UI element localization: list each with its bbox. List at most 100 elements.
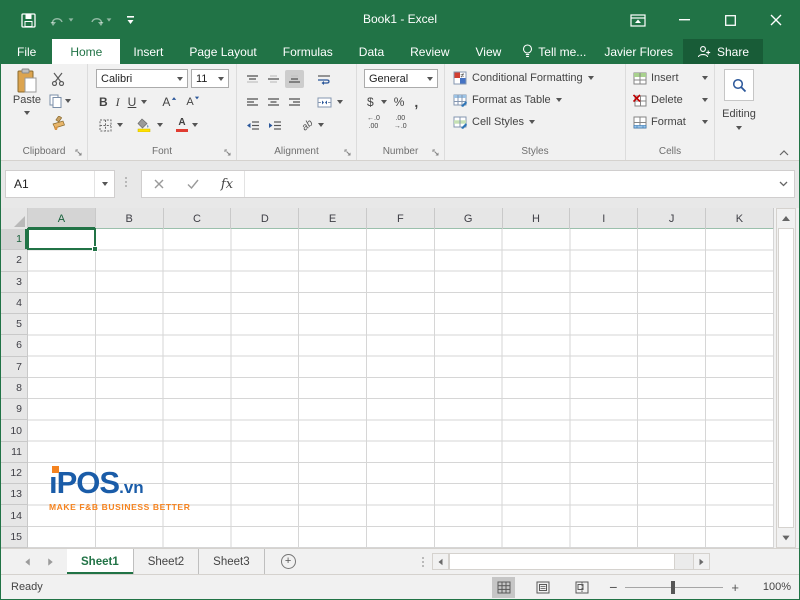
tab-review[interactable]: Review xyxy=(397,39,462,64)
tab-data[interactable]: Data xyxy=(346,39,397,64)
merge-center-dropdown-icon[interactable] xyxy=(337,100,343,104)
insert-function-button[interactable]: fx xyxy=(210,171,244,197)
orientation-button[interactable]: ab xyxy=(299,116,316,134)
column-header-c[interactable]: C xyxy=(164,208,232,229)
row-header-3[interactable]: 3 xyxy=(1,272,27,293)
enter-button[interactable] xyxy=(176,171,210,197)
zoom-out-button[interactable]: − xyxy=(609,579,617,595)
sheet-tab-sheet2[interactable]: Sheet2 xyxy=(134,549,199,574)
tab-file[interactable]: File xyxy=(1,39,52,64)
bold-button[interactable]: B xyxy=(96,93,111,111)
tab-view[interactable]: View xyxy=(463,39,515,64)
page-break-view-button[interactable] xyxy=(570,577,593,598)
column-header-b[interactable]: B xyxy=(96,208,164,229)
tab-home[interactable]: Home xyxy=(52,39,120,64)
insert-cells-button[interactable]: Insert xyxy=(626,67,714,89)
normal-view-button[interactable] xyxy=(492,577,515,598)
wrap-text-button[interactable] xyxy=(314,70,334,88)
name-box[interactable]: A1 xyxy=(5,170,115,198)
column-header-h[interactable]: H xyxy=(503,208,571,229)
row-header-5[interactable]: 5 xyxy=(1,314,27,335)
tab-insert[interactable]: Insert xyxy=(120,39,176,64)
ribbon-display-options-button[interactable] xyxy=(615,1,661,39)
maximize-button[interactable] xyxy=(707,1,753,39)
scroll-right-button[interactable] xyxy=(693,553,710,570)
tab-formulas[interactable]: Formulas xyxy=(270,39,346,64)
selected-cell-a1[interactable] xyxy=(27,228,96,250)
paste-dropdown-icon[interactable] xyxy=(24,111,30,115)
font-color-dropdown-icon[interactable] xyxy=(192,123,198,127)
orientation-dropdown-icon[interactable] xyxy=(318,123,324,127)
collapse-ribbon-button[interactable] xyxy=(779,150,789,156)
editing-button[interactable] xyxy=(724,69,754,101)
formula-input[interactable] xyxy=(245,171,772,197)
merge-center-button[interactable] xyxy=(314,93,335,111)
row-header-12[interactable]: 12 xyxy=(1,463,27,484)
italic-button[interactable]: I xyxy=(113,93,123,111)
column-header-f[interactable]: F xyxy=(367,208,435,229)
format-painter-button[interactable] xyxy=(51,116,66,131)
copy-dropdown-icon[interactable] xyxy=(65,99,71,103)
font-dialog-launcher-icon[interactable] xyxy=(224,149,232,157)
underline-button[interactable]: U xyxy=(125,93,140,111)
align-center-button[interactable] xyxy=(264,93,283,111)
editing-dropdown-icon[interactable] xyxy=(736,126,742,130)
copy-button[interactable] xyxy=(49,94,71,108)
increase-decimal-button[interactable]: ←.0 .00 xyxy=(364,114,383,132)
align-left-button[interactable] xyxy=(243,93,262,111)
align-right-button[interactable] xyxy=(285,93,304,111)
delete-cells-button[interactable]: Delete xyxy=(626,89,714,111)
row-header-9[interactable]: 9 xyxy=(1,399,27,420)
font-size-select[interactable]: 11 xyxy=(191,69,229,88)
column-header-d[interactable]: D xyxy=(231,208,299,229)
minimize-button[interactable] xyxy=(661,1,707,39)
number-format-select[interactable]: General xyxy=(364,69,438,88)
horizontal-scroll-thumb[interactable] xyxy=(449,553,675,570)
page-layout-view-button[interactable] xyxy=(531,577,554,598)
column-header-i[interactable]: I xyxy=(570,208,638,229)
font-color-button[interactable]: A xyxy=(174,116,190,134)
select-all-button[interactable] xyxy=(1,208,28,229)
vertical-scrollbar[interactable] xyxy=(776,208,796,548)
formula-bar-resize-handle[interactable] xyxy=(125,175,128,193)
column-header-g[interactable]: G xyxy=(435,208,503,229)
alignment-dialog-launcher-icon[interactable] xyxy=(344,149,352,157)
row-header-15[interactable]: 15 xyxy=(1,527,27,548)
cell-grid[interactable]: ıPOS.vn MAKE F&B BUSINESS BETTER xyxy=(28,229,774,548)
user-account[interactable]: Javier Flores xyxy=(594,39,683,64)
row-header-13[interactable]: 13 xyxy=(1,484,27,505)
format-cells-button[interactable]: Format xyxy=(626,111,714,133)
grow-font-button[interactable]: A xyxy=(159,93,181,111)
zoom-level[interactable]: 100% xyxy=(755,581,791,593)
borders-dropdown-icon[interactable] xyxy=(117,123,123,127)
scroll-down-button[interactable] xyxy=(777,529,795,547)
row-header-1[interactable]: 1 xyxy=(1,229,27,250)
cut-button[interactable] xyxy=(51,72,66,86)
fill-color-dropdown-icon[interactable] xyxy=(157,123,163,127)
fill-color-button[interactable] xyxy=(134,116,155,134)
conditional-formatting-button[interactable]: ≠ Conditional Formatting xyxy=(445,67,625,89)
percent-style-button[interactable]: % xyxy=(391,93,408,111)
column-header-k[interactable]: K xyxy=(706,208,774,229)
accounting-dropdown-icon[interactable] xyxy=(381,100,387,104)
row-header-10[interactable]: 10 xyxy=(1,420,27,441)
prev-sheet-button[interactable] xyxy=(25,558,30,565)
zoom-slider[interactable] xyxy=(625,587,723,588)
row-header-7[interactable]: 7 xyxy=(1,357,27,378)
accounting-format-button[interactable]: $ xyxy=(364,93,377,111)
sheet-tab-sheet1[interactable]: Sheet1 xyxy=(67,549,134,574)
tabbar-resize-handle[interactable] xyxy=(422,549,424,574)
format-as-table-button[interactable]: Format as Table xyxy=(445,89,625,111)
align-middle-button[interactable] xyxy=(264,70,283,88)
horizontal-scrollbar[interactable] xyxy=(432,549,710,574)
decrease-indent-button[interactable] xyxy=(243,116,263,134)
borders-button[interactable] xyxy=(96,116,115,134)
shrink-font-button[interactable]: A xyxy=(183,93,202,111)
increase-indent-button[interactable] xyxy=(265,116,285,134)
horizontal-scroll-track[interactable] xyxy=(675,553,693,570)
next-sheet-button[interactable] xyxy=(48,558,53,565)
paste-button[interactable]: Paste xyxy=(7,68,47,118)
cell-styles-button[interactable]: Cell Styles xyxy=(445,111,625,133)
column-header-j[interactable]: J xyxy=(638,208,706,229)
new-sheet-button[interactable]: + xyxy=(265,549,312,574)
